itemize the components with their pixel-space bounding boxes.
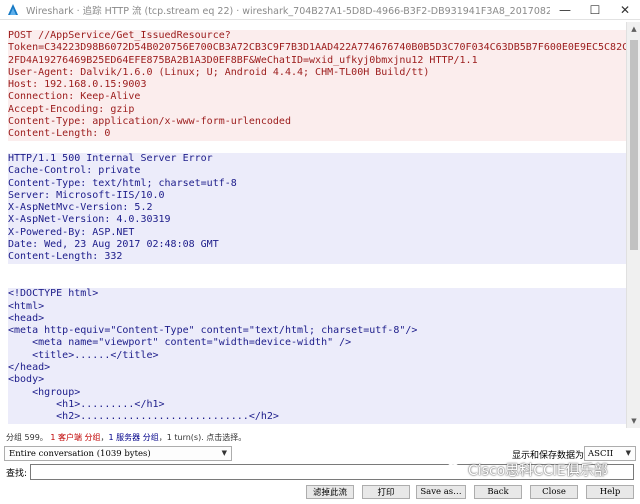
client-packets: 1 客户端 分组	[50, 433, 101, 442]
watermark: Cisco思科CCIE俱乐部	[446, 460, 608, 480]
body-line: <title>......</title>	[8, 349, 626, 363]
response-line: Server: Microsoft-IIS/10.0	[8, 189, 626, 203]
body-line: <!DOCTYPE html>	[8, 288, 626, 301]
title-bar: Wireshark · 追踪 HTTP 流 (tcp.stream eq 22)…	[0, 0, 640, 20]
body-line: <h1>.........</h1>	[8, 398, 626, 412]
response-line: X-Powered-By: ASP.NET	[8, 226, 626, 240]
close-icon: ✕	[619, 2, 631, 17]
maximize-icon: ☐	[589, 2, 601, 17]
scrollbar-thumb[interactable]	[630, 40, 638, 250]
body-line: <body>	[8, 374, 626, 387]
body-line: </head>	[8, 362, 626, 375]
wireshark-fin-icon	[8, 3, 18, 15]
body-line: <meta name="viewport" content="width=dev…	[8, 337, 626, 350]
server-packets: 1 服务器 分组	[108, 433, 159, 442]
request-line: Content-Length: 0	[8, 128, 626, 141]
packet-summary: 分组 599。 1 客户端 分组，1 服务器 分组，1 turn(s). 点击选…	[6, 432, 246, 443]
watermark-text: Cisco思科CCIE俱乐部	[468, 463, 608, 479]
request-block: POST //AppService/Get_IssuedResource? To…	[8, 30, 626, 141]
request-line: Host: 192.168.0.15:9003	[8, 79, 626, 92]
find-label: 查找:	[6, 469, 28, 479]
print-button[interactable]: 打印	[362, 485, 410, 499]
request-line: Connection: Keep-Alive	[8, 91, 626, 104]
summary-separator: ，	[100, 433, 109, 442]
vertical-scrollbar[interactable]: ▲ ▼	[626, 22, 640, 428]
minimize-button[interactable]: —	[550, 0, 580, 20]
conversation-value: Entire conversation (1039 bytes)	[9, 448, 151, 459]
body-line: <head>	[8, 312, 626, 326]
body-line: <html>	[8, 300, 626, 313]
response-line: Content-Length: 332	[8, 251, 626, 264]
request-line: 2FD4A19276469B25ED64EFE875BA2B1A3D0EF8BF…	[8, 54, 626, 67]
help-button[interactable]: Help	[586, 485, 634, 499]
response-line: HTTP/1.1 500 Internal Server Error	[8, 152, 626, 166]
minimize-icon: —	[559, 2, 571, 17]
request-line: Token=C34223D98B6072D54B020756E700CB3A72…	[8, 42, 626, 55]
window-title: Wireshark · 追踪 HTTP 流 (tcp.stream eq 22)…	[26, 5, 550, 17]
request-line: User-Agent: Dalvik/1.6.0 (Linux; U; Andr…	[8, 66, 626, 80]
response-line: X-AspNet-Version: 4.0.30319	[8, 214, 626, 227]
request-line: Content-Type: application/x-www-form-url…	[8, 116, 626, 129]
response-block: HTTP/1.1 500 Internal Server Error Cache…	[8, 152, 626, 264]
stream-content[interactable]: POST //AppService/Get_IssuedResource? To…	[0, 22, 626, 428]
chevron-down-icon: ▼	[625, 449, 631, 457]
close-dialog-button[interactable]: Close	[530, 485, 578, 499]
response-line: Cache-Control: private	[8, 165, 626, 178]
response-body-block: <!DOCTYPE html> <html> <head> <meta http…	[8, 288, 626, 424]
scroll-up-icon[interactable]: ▲	[627, 22, 640, 36]
summary-suffix: ，1 turn(s). 点击选择。	[158, 433, 247, 442]
scroll-down-icon[interactable]: ▼	[627, 414, 640, 428]
response-line: X-AspNetMvc-Version: 5.2	[8, 202, 626, 215]
show-as-value: ASCII	[588, 448, 614, 459]
close-button[interactable]: ✕	[610, 0, 640, 20]
chevron-down-icon: ▼	[221, 449, 227, 457]
back-button[interactable]: Back	[474, 485, 522, 499]
wechat-icon	[446, 463, 464, 477]
filter-out-stream-button[interactable]: 滤掉此流	[306, 485, 354, 499]
conversation-select[interactable]: Entire conversation (1039 bytes) ▼	[4, 446, 232, 461]
body-line: <hgroup>	[8, 386, 626, 399]
response-line: Date: Wed, 23 Aug 2017 02:48:08 GMT	[8, 239, 626, 252]
show-as-select[interactable]: ASCII ▼	[584, 446, 636, 461]
body-line: <h2>............................</h2>	[8, 411, 626, 424]
body-line: <meta http-equiv="Content-Type" content=…	[8, 325, 626, 338]
request-line: Accept-Encoding: gzip	[8, 103, 626, 117]
request-line: POST //AppService/Get_IssuedResource?	[8, 30, 626, 43]
maximize-button[interactable]: ☐	[580, 0, 610, 20]
summary-prefix: 分组 599。	[6, 433, 48, 442]
response-line: Content-Type: text/html; charset=utf-8	[8, 177, 626, 190]
save-as-button[interactable]: Save as…	[416, 485, 466, 499]
